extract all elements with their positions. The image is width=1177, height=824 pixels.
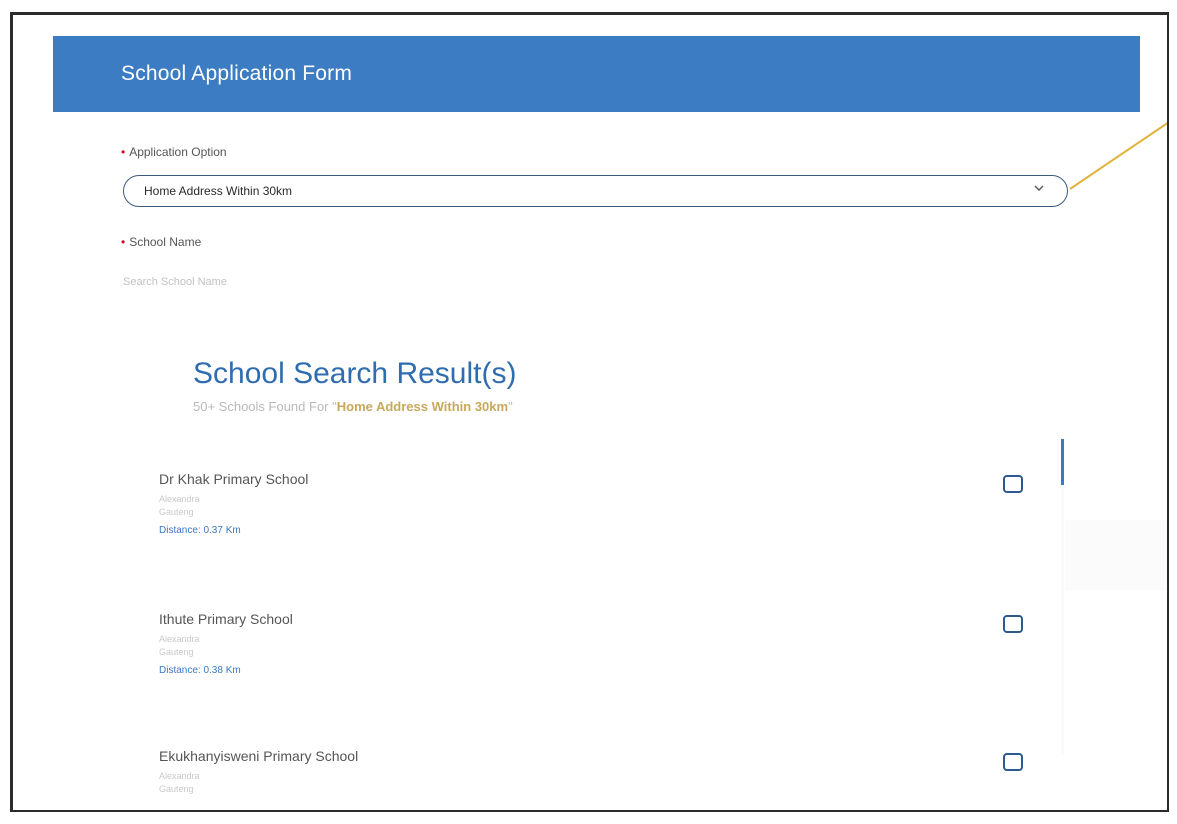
results-scrollbar-thumb[interactable] — [1061, 439, 1064, 485]
results-scrollbar-track[interactable] — [1061, 485, 1064, 755]
school-location: Alexandra Gauteng — [159, 770, 1019, 796]
school-province: Gauteng — [159, 647, 194, 657]
results-subtitle: 50+ Schools Found For "Home Address With… — [193, 399, 513, 414]
school-province: Gauteng — [159, 784, 194, 794]
application-option-select[interactable]: Home Address Within 30km — [123, 175, 1068, 207]
school-location: Alexandra Gauteng — [159, 493, 1019, 519]
page-title: School Application Form — [121, 62, 353, 85]
results-title: School Search Result(s) — [193, 357, 517, 390]
list-item[interactable]: Ekukhanyisweni Primary School Alexandra … — [159, 748, 1019, 796]
school-name: Ekukhanyisweni Primary School — [159, 748, 359, 764]
school-area: Alexandra — [159, 494, 200, 504]
required-marker: • — [121, 235, 126, 249]
school-area: Alexandra — [159, 771, 200, 781]
chevron-down-icon[interactable] — [1033, 182, 1045, 197]
callout-annotation-line — [1069, 122, 1167, 190]
school-name: Ithute Primary School — [159, 611, 293, 627]
results-subtitle-highlight: Home Address Within 30km — [336, 399, 509, 414]
school-distance: Distance: 0.38 Km — [159, 665, 241, 676]
application-option-label: • Application Option — [121, 145, 227, 159]
list-item[interactable]: Dr Khak Primary School Alexandra Gauteng… — [159, 471, 1019, 536]
school-province: Gauteng — [159, 507, 194, 517]
screenshot-frame: School Application Form • Application Opt… — [10, 12, 1169, 812]
results-subtitle-prefix: 50+ Schools Found For " — [193, 399, 337, 414]
school-name-label-text: School Name — [129, 235, 202, 249]
school-location: Alexandra Gauteng — [159, 633, 1019, 659]
school-area: Alexandra — [159, 634, 200, 644]
application-option-value: Home Address Within 30km — [144, 184, 293, 198]
school-distance: Distance: 0.37 Km — [159, 525, 241, 536]
school-name-label: • School Name — [121, 235, 201, 249]
select-school-checkbox[interactable] — [1003, 475, 1023, 493]
list-item[interactable]: Ithute Primary School Alexandra Gauteng … — [159, 611, 1019, 676]
app-header: School Application Form — [53, 36, 1140, 112]
select-school-checkbox[interactable] — [1003, 753, 1023, 771]
school-name: Dr Khak Primary School — [159, 471, 309, 487]
results-side-panel — [1065, 520, 1167, 590]
school-name-search-input[interactable] — [121, 271, 405, 293]
select-school-checkbox[interactable] — [1003, 615, 1023, 633]
required-marker: • — [121, 145, 126, 159]
results-subtitle-suffix: " — [508, 399, 513, 414]
application-option-label-text: Application Option — [129, 145, 227, 159]
